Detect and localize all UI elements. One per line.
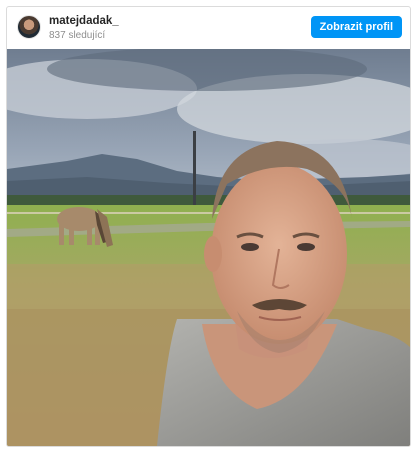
follower-count: 837 sledující [49, 30, 106, 41]
post-header: matejdadak_ 837 sledující Zobrazit profi… [7, 7, 410, 49]
post-card: matejdadak_ 837 sledující Zobrazit profi… [6, 6, 411, 447]
selfie-image [7, 49, 410, 446]
username[interactable]: matejdadak_ [49, 15, 119, 27]
avatar[interactable] [17, 15, 41, 39]
view-profile-button[interactable]: Zobrazit profil [310, 16, 402, 38]
post-image[interactable] [7, 49, 410, 446]
